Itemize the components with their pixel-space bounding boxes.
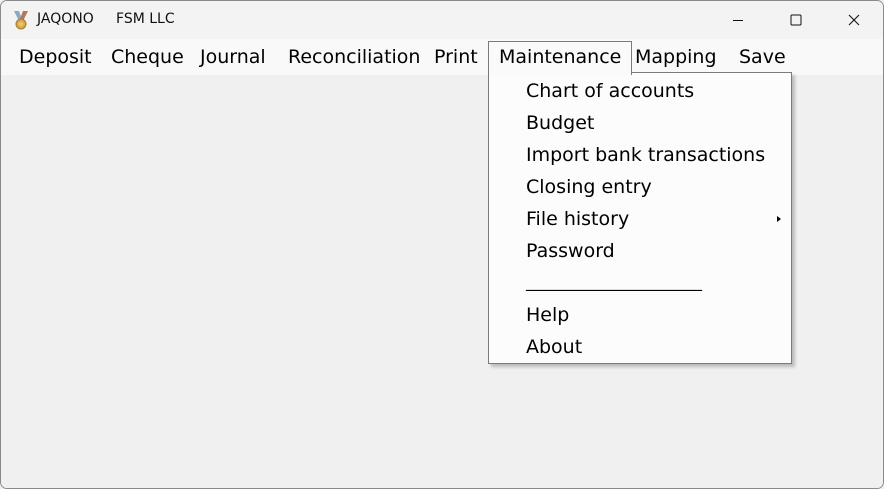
menu-item-label: Budget — [526, 112, 595, 134]
menu-item-label: Chart of accounts — [526, 80, 695, 102]
menu-reconciliation[interactable]: Reconciliation — [278, 41, 430, 73]
menu-item-file-history[interactable]: File history — [489, 203, 791, 235]
menu-item-budget[interactable]: Budget — [489, 107, 791, 139]
menu-item-label: Password — [526, 240, 615, 262]
medal-icon — [11, 10, 31, 30]
menu-cheque[interactable]: Cheque — [101, 41, 194, 73]
menu-bar: Deposit Cheque Journal Reconciliation Pr… — [1, 39, 883, 75]
maintenance-dropdown: Chart of accounts Budget Import bank tra… — [488, 72, 792, 364]
menu-item-label: Help — [526, 304, 570, 326]
app-window: JAQONO FSM LLC Deposit Cheque Journal Re… — [0, 0, 884, 489]
menu-item-import-bank-transactions[interactable]: Import bank transactions — [489, 139, 791, 171]
menu-print[interactable]: Print — [424, 41, 488, 73]
menu-item-label: Import bank transactions — [526, 144, 766, 166]
menu-mapping[interactable]: Mapping — [625, 41, 727, 73]
maximize-button[interactable] — [767, 1, 825, 39]
minimize-button[interactable] — [709, 1, 767, 39]
menu-item-label: About — [526, 336, 583, 358]
submenu-arrow-icon — [777, 216, 781, 222]
close-button[interactable] — [825, 1, 883, 39]
menu-item-label: Closing entry — [526, 176, 652, 198]
menu-item-password[interactable]: Password — [489, 235, 791, 267]
close-icon — [848, 11, 860, 30]
menu-deposit[interactable]: Deposit — [9, 41, 102, 73]
title-bar[interactable]: JAQONO FSM LLC — [1, 1, 883, 39]
menu-item-help[interactable]: Help — [489, 299, 791, 331]
menu-journal[interactable]: Journal — [190, 41, 276, 73]
app-name: JAQONO — [37, 11, 94, 27]
menu-item-label: File history — [526, 208, 630, 230]
separator-label: ______________________ — [526, 272, 702, 291]
minimize-icon — [732, 11, 744, 30]
menu-item-about[interactable]: About — [489, 331, 791, 363]
menu-maintenance[interactable]: Maintenance — [488, 41, 633, 75]
menu-item-separator[interactable]: ______________________ — [489, 267, 791, 299]
menu-item-chart-of-accounts[interactable]: Chart of accounts — [489, 75, 791, 107]
company-name: FSM LLC — [116, 11, 175, 27]
menu-save[interactable]: Save — [729, 41, 796, 73]
menu-item-closing-entry[interactable]: Closing entry — [489, 171, 791, 203]
maximize-icon — [790, 11, 802, 30]
window-title: JAQONO FSM LLC — [37, 11, 175, 27]
